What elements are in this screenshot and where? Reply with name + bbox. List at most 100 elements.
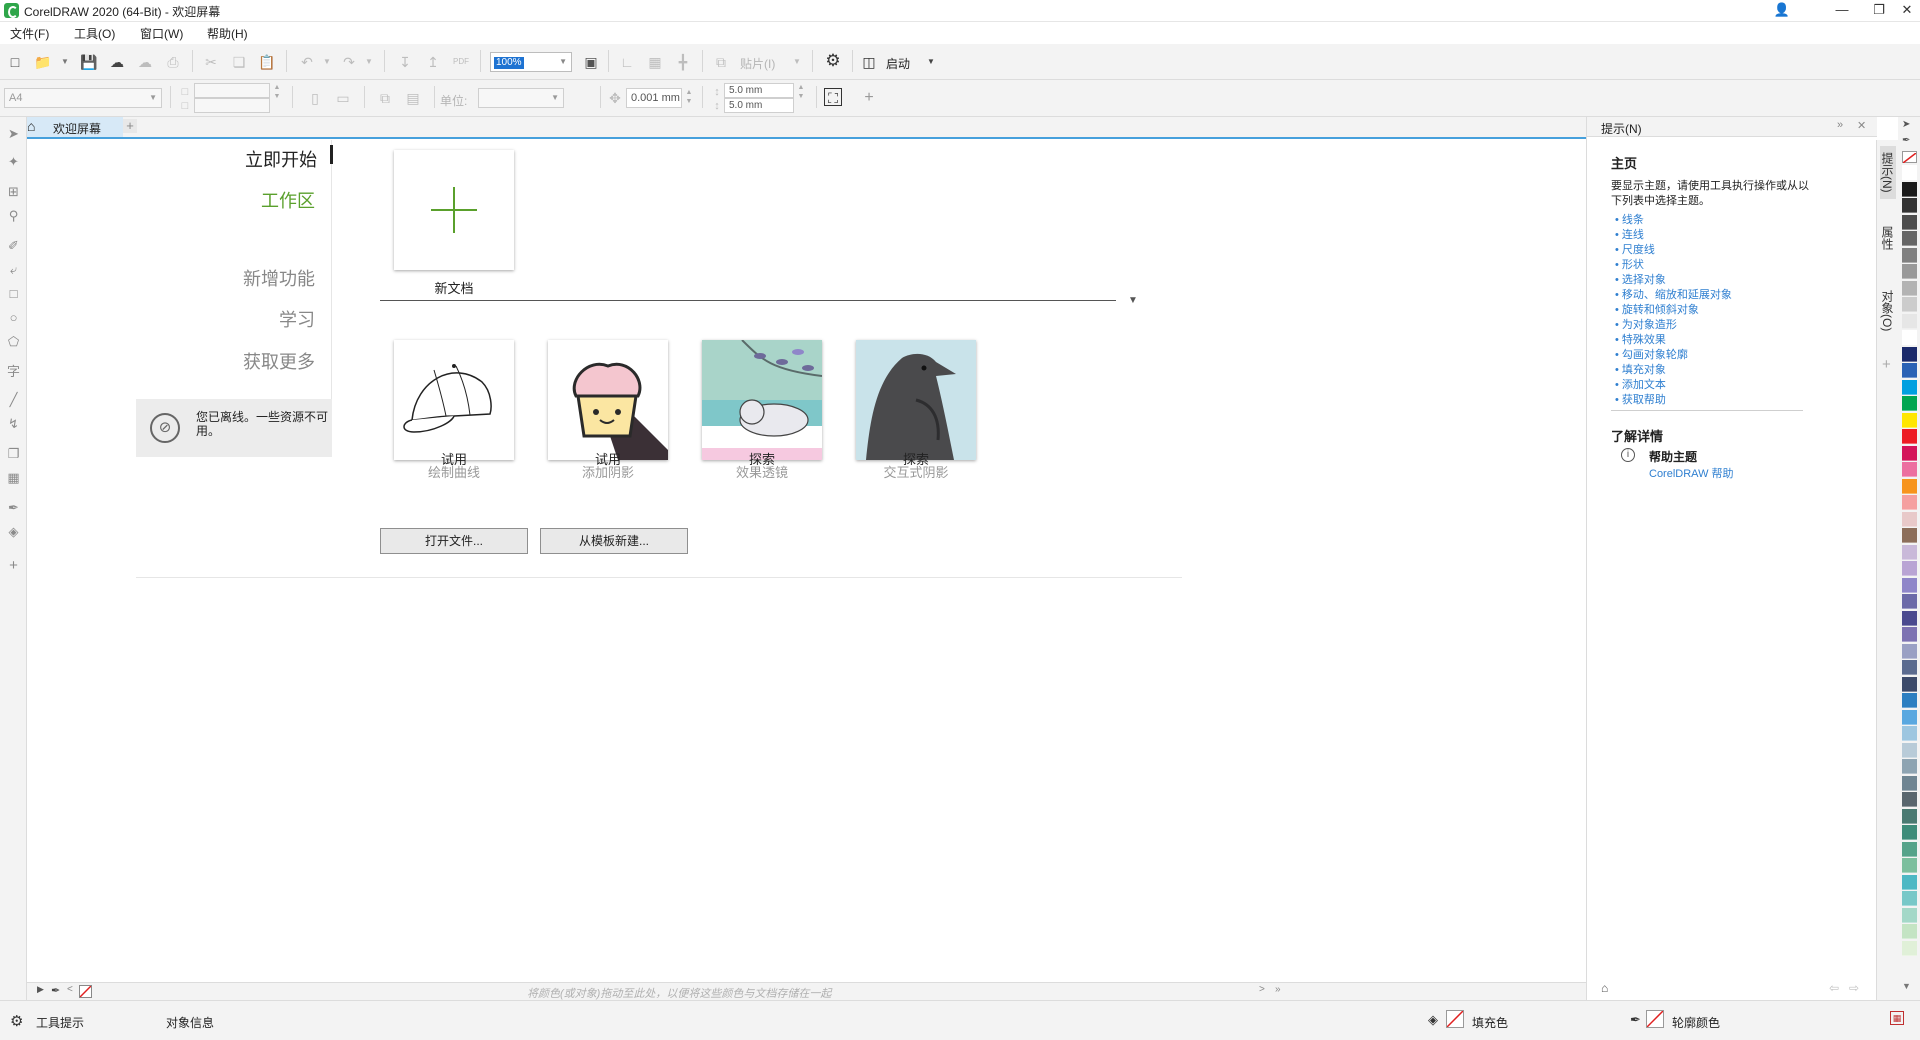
save-icon[interactable]: 💾 [80, 53, 98, 71]
print-icon[interactable]: ⎙ [164, 53, 182, 71]
hint-topic-dimensions[interactable]: • 尺度线 [1615, 241, 1655, 257]
hint-topic-rotate-skew[interactable]: • 旋转和倾斜对象 [1615, 301, 1699, 317]
collapse-chevron-icon[interactable]: ▼ [1128, 295, 1138, 306]
palette-swatch[interactable] [1902, 396, 1917, 411]
card-subtitle-add-shadow[interactable]: 添加阴影 [528, 462, 688, 481]
new-document-label[interactable]: 新文档 [374, 278, 534, 297]
page-size-select[interactable]: A4 ▼ [4, 88, 162, 108]
ellipse-tool-icon[interactable]: ○ [5, 309, 22, 326]
duplicate-x-input[interactable]: 5.0 mm [724, 83, 794, 98]
undo-icon[interactable]: ↶ [298, 53, 316, 71]
freehand-tool-icon[interactable]: ✐ [5, 237, 22, 254]
palette-swatch[interactable] [1902, 907, 1917, 923]
portrait-icon[interactable]: ▯ [306, 89, 324, 107]
palette-swatch[interactable] [1902, 544, 1917, 560]
palette-swatch[interactable] [1902, 231, 1917, 246]
palette-swatch[interactable] [1902, 346, 1917, 362]
hints-home-icon[interactable]: ⌂ [1601, 981, 1608, 995]
import-icon[interactable]: ↧ [396, 53, 414, 71]
close-icon[interactable]: ✕ [1894, 0, 1920, 22]
copy-icon[interactable]: ❏ [230, 53, 248, 71]
tutorial-card-interactive-shadow[interactable] [856, 340, 976, 460]
hint-topic-shaping[interactable]: • 为对象造形 [1615, 316, 1677, 332]
palette-swatch[interactable] [1902, 825, 1917, 840]
launch-dropdown-icon[interactable]: ▼ [922, 53, 940, 71]
palette-swatch[interactable] [1902, 462, 1917, 477]
hints-back-icon[interactable]: ⇦ [1829, 981, 1839, 995]
new-from-template-button[interactable]: 从模板新建... [540, 528, 688, 554]
outline-color-swatch[interactable] [1646, 1010, 1664, 1028]
side-tab-properties[interactable]: 属性 [1880, 220, 1896, 256]
palette-swatch[interactable] [1902, 742, 1917, 758]
status-gear-icon[interactable]: ⚙ [10, 1012, 23, 1030]
transparency-tool-icon[interactable]: ▦ [5, 469, 22, 486]
palette-swatch[interactable] [1902, 627, 1917, 642]
card-subtitle-lens-effect[interactable]: 效果透镜 [682, 462, 842, 481]
rectangle-tool-icon[interactable]: □ [5, 285, 22, 302]
palette-swatch[interactable] [1902, 181, 1917, 197]
open-dropdown-icon[interactable]: ▼ [56, 53, 74, 71]
palette-swatch[interactable] [1902, 445, 1917, 461]
palette-swatch[interactable] [1902, 891, 1917, 906]
palette-no-color-swatch[interactable] [1902, 151, 1917, 164]
user-icon[interactable]: 👤 [1764, 0, 1800, 22]
hint-topic-outline[interactable]: • 勾画对象轮廓 [1615, 346, 1688, 362]
hint-topic-select[interactable]: • 选择对象 [1615, 271, 1666, 287]
palette-swatch[interactable] [1902, 660, 1917, 675]
palette-pointer-icon[interactable]: ➤ [1902, 119, 1910, 130]
menu-tools[interactable]: 工具(O) [74, 25, 115, 42]
pick-tool-icon[interactable]: ➤ [5, 125, 22, 142]
artistic-media-tool-icon[interactable]: ⤶ [5, 261, 22, 278]
scroll-end-icon[interactable]: » [1275, 984, 1281, 995]
hint-topic-connectors[interactable]: • 连线 [1615, 226, 1644, 242]
palette-swatch[interactable] [1902, 759, 1917, 774]
palette-swatch[interactable] [1902, 165, 1917, 180]
tab-welcome-screen[interactable]: ⌂ 欢迎屏幕 [27, 117, 123, 137]
tutorial-card-draw-curves[interactable] [394, 340, 514, 460]
palette-swatch[interactable] [1902, 429, 1917, 444]
palette-swatch[interactable] [1902, 792, 1917, 807]
palette-swatch[interactable] [1902, 693, 1917, 708]
palette-swatch[interactable] [1902, 643, 1917, 659]
palette-swatch[interactable] [1902, 330, 1917, 345]
palette-swatch[interactable] [1902, 594, 1917, 609]
paste-icon[interactable]: 📋 [258, 53, 276, 71]
hint-topic-fill[interactable]: • 填充对象 [1615, 361, 1666, 377]
paste-snap-label[interactable]: 贴片(I) [740, 55, 775, 72]
fill-color-swatch[interactable] [1446, 1010, 1464, 1028]
no-color-swatch-icon[interactable] [79, 985, 92, 998]
export-icon[interactable]: ↥ [424, 53, 442, 71]
cut-icon[interactable]: ✂ [202, 53, 220, 71]
units-select[interactable]: ▼ [478, 88, 564, 108]
connector-tool-icon[interactable]: ↯ [5, 415, 22, 432]
add-docker-icon[interactable]: + [1882, 356, 1891, 373]
drop-shadow-tool-icon[interactable]: ❐ [5, 445, 22, 462]
undo-dropdown-icon[interactable]: ▼ [318, 53, 336, 71]
show-guidelines-icon[interactable]: ╋ [674, 53, 692, 71]
open-file-button[interactable]: 打开文件... [380, 528, 528, 554]
hint-topic-effects[interactable]: • 特殊效果 [1615, 331, 1666, 347]
text-tool-icon[interactable]: 字 [5, 363, 22, 380]
palette-swatch[interactable] [1902, 363, 1917, 378]
palette-swatch[interactable] [1902, 511, 1917, 527]
palette-swatch[interactable] [1902, 841, 1917, 857]
cloud-download-icon[interactable]: ☁ [108, 53, 126, 71]
restore-icon[interactable]: ❐ [1861, 0, 1897, 22]
current-page-icon[interactable]: ▤ [404, 89, 422, 107]
duplicate-spinner-icon[interactable]: ▲ ▼ [796, 83, 806, 103]
palette-eyedropper-icon[interactable]: ✒ [1902, 135, 1910, 146]
color-proof-icon[interactable]: ▦ [1890, 1011, 1904, 1025]
scroll-right-icon[interactable]: > [1259, 984, 1265, 995]
nav-whats-new[interactable]: 新增功能 [243, 265, 315, 291]
palette-swatch[interactable] [1902, 313, 1917, 329]
new-document-card[interactable] [394, 150, 514, 270]
hint-topic-help[interactable]: • 获取帮助 [1615, 391, 1666, 407]
page-size-spinner-icon[interactable]: ▲ ▼ [272, 83, 282, 103]
hint-topic-shapes[interactable]: • 形状 [1615, 256, 1644, 272]
publish-pdf-icon[interactable]: PDF [452, 53, 470, 71]
palette-swatch[interactable] [1902, 495, 1917, 510]
palette-swatch[interactable] [1902, 214, 1917, 230]
add-tool-icon[interactable]: + [5, 557, 22, 574]
dimension-tool-icon[interactable]: ╱ [5, 391, 22, 408]
redo-icon[interactable]: ↷ [340, 53, 358, 71]
